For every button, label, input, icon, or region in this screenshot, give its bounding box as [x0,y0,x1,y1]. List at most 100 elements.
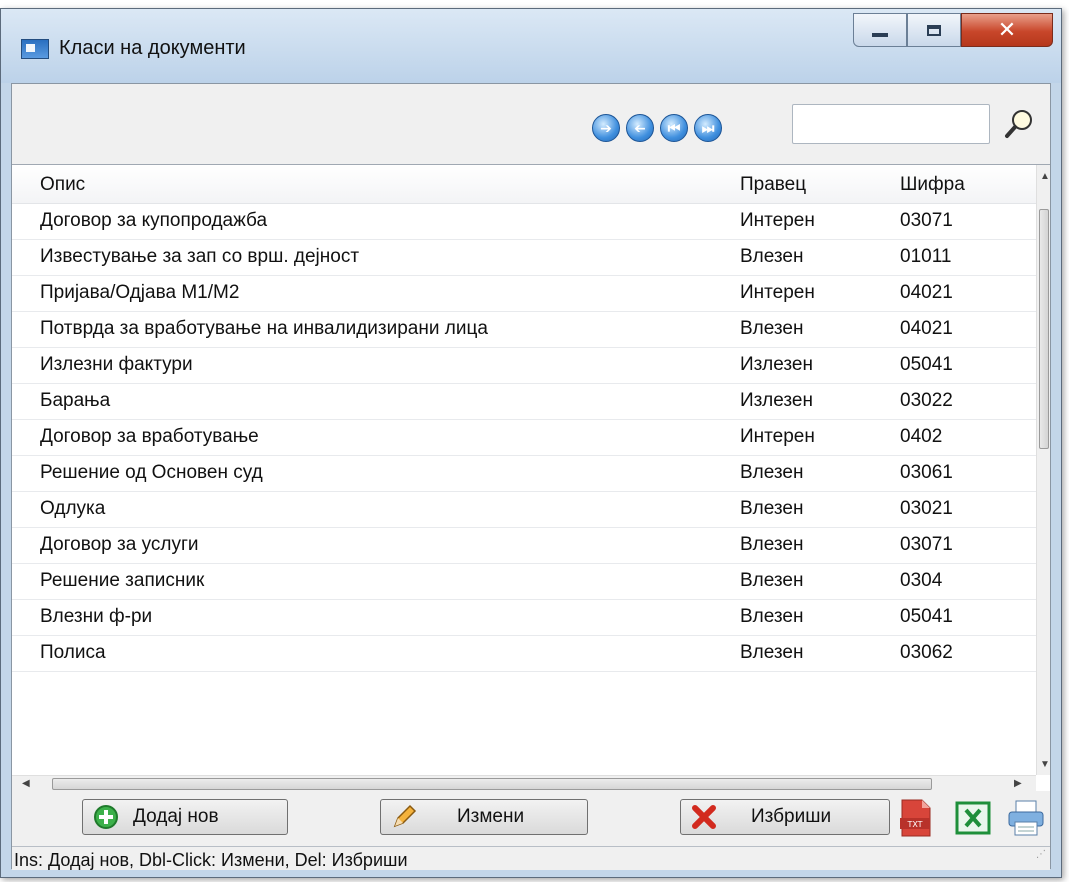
first-record-button[interactable]: ⏮ [660,114,688,142]
resize-grip-icon[interactable]: ⋰ [1036,842,1046,868]
arrow-left-icon: ➔ [634,119,646,136]
delete-button[interactable]: Избриши [680,799,890,835]
cell-direction: Влезен [740,246,804,267]
title-bar[interactable]: Класи на документи ✕ [1,9,1061,83]
table-row[interactable]: Договор за вработување Интерен 0402 [12,419,1036,456]
close-button[interactable]: ✕ [961,13,1053,47]
edit-button[interactable]: Измени [380,799,588,835]
edit-button-label: Измени [457,806,525,827]
column-header-description[interactable]: Опис [40,165,720,203]
plus-icon [93,804,119,830]
cell-description: Договор за вработување [40,426,259,447]
vertical-scrollbar[interactable]: ▲ ▼ [1036,165,1050,775]
last-record-icon: ⏭ [701,119,715,136]
cell-code: 0402 [900,426,943,447]
cell-description: Полиса [40,642,106,663]
column-header-direction[interactable]: Правец [740,165,880,203]
client-area: ➔ ➔ ⏮ ⏭ Опис Правец Шифра Договор за куп… [11,83,1051,870]
table-row[interactable]: Излезни фактури Излезен 05041 [12,347,1036,384]
cell-code: 05041 [900,354,953,375]
first-record-icon: ⏮ [667,119,681,136]
cell-description: Одлука [40,498,106,519]
cell-direction: Влезен [740,498,804,519]
status-bar: Ins: Додај нов, Dbl-Click: Измени, Del: … [12,846,1050,870]
next-record-button[interactable]: ➔ [592,114,620,142]
table-row[interactable]: Решение од Основен суд Влезен 03061 [12,455,1036,492]
scroll-up-icon[interactable]: ▲ [1040,171,1050,182]
table-row[interactable]: Известување за зап со врш. дејност Влезен… [12,239,1036,276]
table-row[interactable]: Полиса Влезен 03062 [12,635,1036,672]
last-record-button[interactable]: ⏭ [694,114,722,142]
table-row[interactable]: Договор за купопродажба Интерен 03071 [12,203,1036,240]
cell-direction: Интерен [740,426,815,447]
txt-file-icon: TXT [900,799,931,837]
cell-code: 03021 [900,498,953,519]
export-excel-button[interactable] [954,798,994,838]
table-row[interactable]: Решение записник Влезен 0304 [12,563,1036,600]
cell-code: 04021 [900,318,953,339]
search-button[interactable] [1002,106,1038,142]
app-icon [21,39,49,59]
table-row[interactable]: Одлука Влезен 03021 [12,491,1036,528]
add-button-label: Додај нов [133,806,219,827]
maximize-button[interactable] [907,13,961,47]
cell-direction: Излезен [740,354,813,375]
cell-code: 03071 [900,210,953,231]
delete-button-label: Избриши [751,806,832,827]
horizontal-scrollbar[interactable]: ◀ ▶ [12,775,1036,791]
cell-direction: Влезен [740,318,804,339]
cell-description: Излезни фактури [40,354,193,375]
add-button[interactable]: Додај нов [82,799,288,835]
cell-description: Решение од Основен суд [40,462,263,483]
cell-direction: Влезен [740,534,804,555]
magnifier-icon [1005,110,1032,138]
column-header-code[interactable]: Шифра [900,165,1030,203]
table-row[interactable]: Влезни ф-ри Влезен 05041 [12,599,1036,636]
cell-code: 03071 [900,534,953,555]
export-txt-button[interactable]: TXT [896,798,936,838]
cell-description: Потврда за вработување на инвалидизирани… [40,318,488,339]
cell-code: 03061 [900,462,953,483]
scroll-down-icon[interactable]: ▼ [1040,759,1050,770]
table-row[interactable]: Договор за услуги Влезен 03071 [12,527,1036,564]
grid-header: Опис Правец Шифра [12,165,1036,204]
search-input[interactable] [792,104,990,144]
cell-direction: Влезен [740,642,804,663]
scroll-right-icon[interactable]: ▶ [1014,778,1022,789]
previous-record-button[interactable]: ➔ [626,114,654,142]
print-button[interactable] [1006,798,1046,838]
table-row[interactable]: Потврда за вработување на инвалидизирани… [12,311,1036,348]
caption-buttons: ✕ [853,13,1053,47]
vertical-scroll-thumb[interactable] [1039,209,1049,449]
cell-code: 04021 [900,282,953,303]
horizontal-scroll-thumb[interactable] [52,778,932,790]
status-text: Ins: Додај нов, Dbl-Click: Измени, Del: … [14,850,408,870]
scroll-left-icon[interactable]: ◀ [22,778,30,789]
cell-code: 0304 [900,570,943,591]
arrow-right-icon: ➔ [600,119,612,136]
cell-description: Известување за зап со врш. дејност [40,246,360,267]
svg-text:TXT: TXT [906,820,922,829]
cell-description: Барања [40,390,111,411]
cell-direction: Интерен [740,210,815,231]
document-classes-grid[interactable]: Опис Правец Шифра Договор за купопродажб… [12,164,1050,791]
cell-description: Влезни ф-ри [40,606,153,627]
cell-direction: Влезен [740,606,804,627]
toolbar: ➔ ➔ ⏮ ⏭ [12,84,1050,164]
minimize-icon [872,33,888,37]
close-icon: ✕ [997,17,1017,42]
cell-description: Договор за услуги [40,534,199,555]
red-x-icon [691,804,717,830]
excel-icon [955,801,991,835]
table-row[interactable]: Барања Излезен 03022 [12,383,1036,420]
cell-direction: Влезен [740,570,804,591]
printer-icon [1008,800,1044,836]
pencil-icon [391,804,417,830]
cell-code: 03022 [900,390,953,411]
cell-direction: Интерен [740,282,815,303]
cell-description: Договор за купопродажба [40,210,268,231]
minimize-button[interactable] [853,13,907,47]
table-row[interactable]: Пријава/Одјава М1/М2 Интерен 04021 [12,275,1036,312]
action-bar: Додај нов Измени Избриши TXT [12,790,1050,844]
cell-direction: Влезен [740,462,804,483]
